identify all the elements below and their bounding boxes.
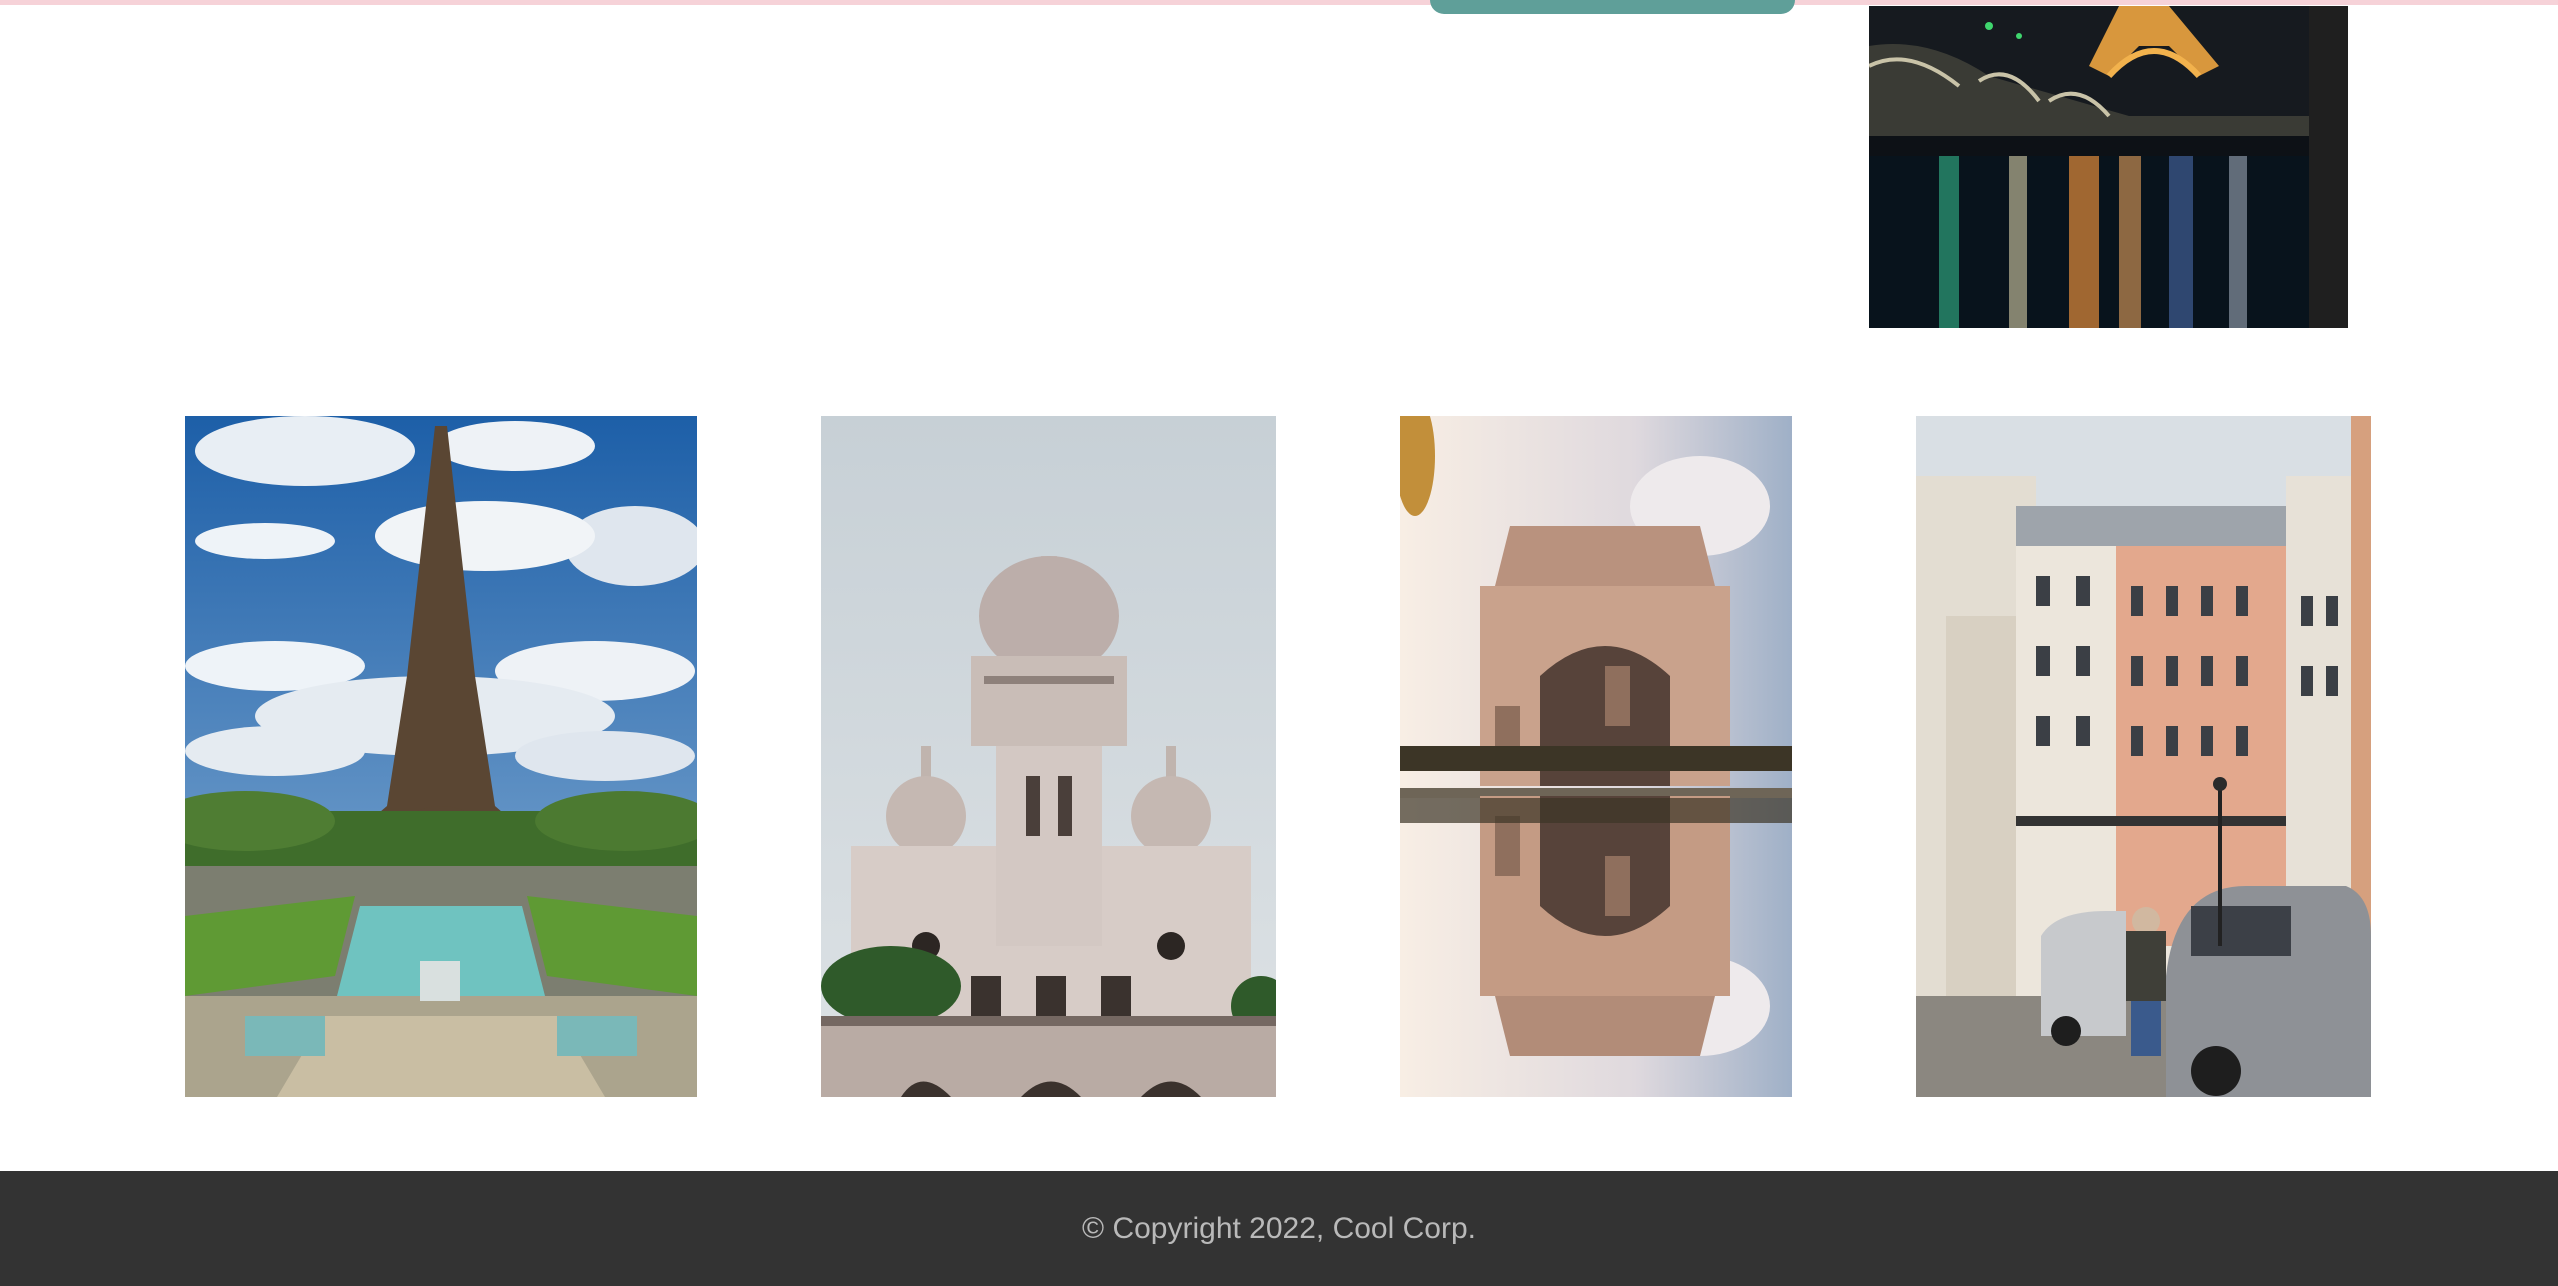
gallery-image-paris-street[interactable] (1916, 416, 2371, 1097)
footer-copyright: © Copyright 2022, Cool Corp. (1082, 1211, 1476, 1245)
header-button-partial[interactable] (1430, 0, 1795, 14)
arc-de-triomphe-photo-icon (1400, 416, 1792, 1097)
sacre-coeur-photo-icon (821, 416, 1276, 1097)
eiffel-day-photo-icon (185, 416, 697, 1097)
paris-street-photo-icon (1916, 416, 2371, 1097)
eiffel-night-photo-icon (1869, 6, 2348, 328)
gallery-image-arc-de-triomphe[interactable] (1400, 416, 1792, 1097)
gallery-image-eiffel-night[interactable] (1869, 6, 2348, 328)
top-header-strip (0, 0, 2558, 5)
footer: © Copyright 2022, Cool Corp. (0, 1171, 2558, 1286)
gallery-image-eiffel-day[interactable] (185, 416, 697, 1097)
gallery-image-sacre-coeur[interactable] (821, 416, 1276, 1097)
